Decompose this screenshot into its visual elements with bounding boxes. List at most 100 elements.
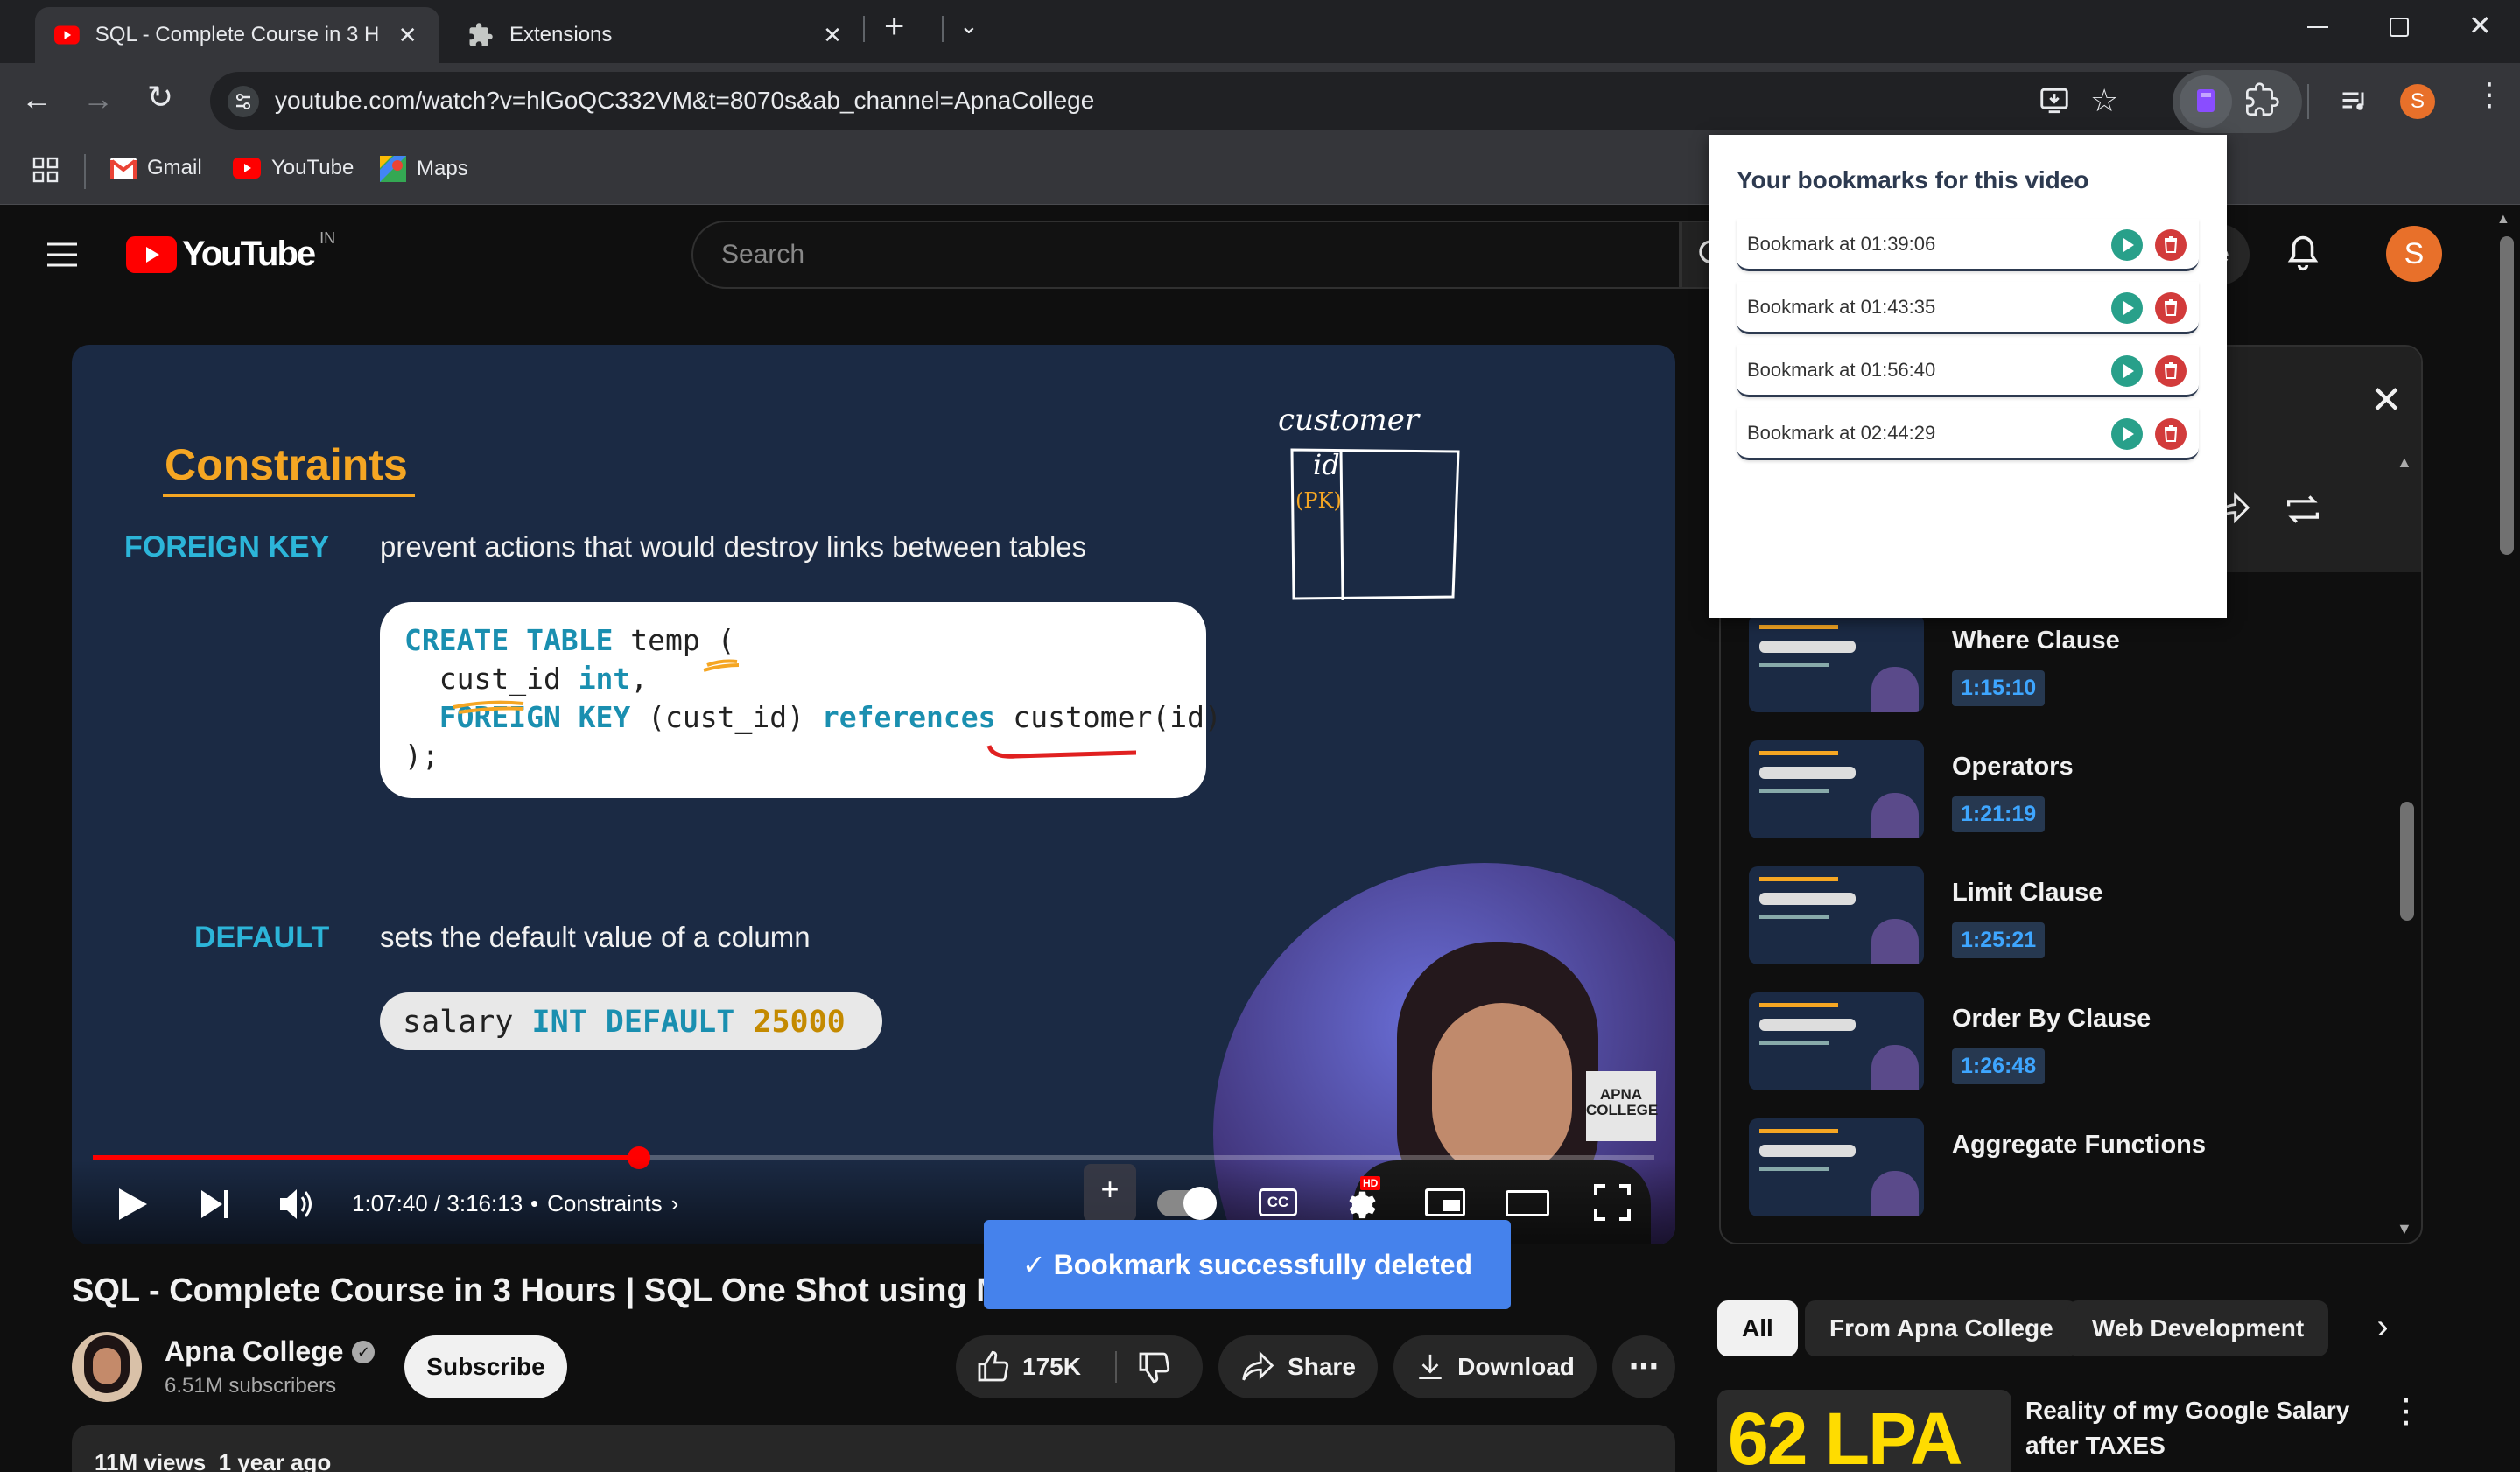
- play-bookmark-icon[interactable]: [2111, 292, 2143, 324]
- chapter-item[interactable]: Order By Clause 1:26:48: [1749, 992, 2379, 1097]
- hamburger-menu-icon[interactable]: [46, 242, 79, 268]
- chapter-name: Limit Clause: [1952, 879, 2103, 907]
- close-tab-icon[interactable]: ✕: [395, 22, 420, 49]
- channel-name-link[interactable]: Apna College ✓: [165, 1335, 376, 1368]
- account-avatar[interactable]: S: [2386, 226, 2442, 282]
- notifications-bell-icon[interactable]: [2285, 233, 2321, 273]
- minimize-button[interactable]: [2307, 26, 2328, 28]
- page-scroll-up[interactable]: ▲: [2496, 212, 2510, 228]
- reload-button[interactable]: ↻: [147, 79, 173, 116]
- like-button[interactable]: 175K: [975, 1349, 1081, 1384]
- bookmark-label: Bookmark at 01:56:40: [1747, 358, 1936, 381]
- youtube-icon: [54, 25, 80, 45]
- code-token: );: [404, 739, 439, 773]
- chapter-timestamp[interactable]: 1:26:48: [1952, 1048, 2046, 1084]
- restore-button[interactable]: [2390, 18, 2409, 37]
- chapter-thumbnail: [1749, 992, 1924, 1090]
- search-input[interactable]: Search: [691, 221, 1681, 289]
- tab-youtube[interactable]: SQL - Complete Course in 3 Ho ✕: [35, 7, 439, 63]
- subscribe-button[interactable]: Subscribe: [404, 1335, 567, 1398]
- tab-search-chevron-icon[interactable]: ⌄: [959, 12, 979, 39]
- dislike-button[interactable]: [1136, 1349, 1171, 1384]
- forward-button[interactable]: →: [82, 81, 114, 117]
- chapter-timestamp[interactable]: 1:25:21: [1952, 922, 2046, 958]
- chrome-menu-icon[interactable]: ⋮: [2474, 79, 2505, 110]
- bookmark-gmail[interactable]: Gmail: [110, 156, 202, 180]
- chapter-name: Where Clause: [1952, 627, 2120, 655]
- share-button[interactable]: Share: [1218, 1335, 1378, 1398]
- site-info-icon[interactable]: [228, 86, 259, 117]
- youtube-logo[interactable]: YouTube IN: [126, 229, 335, 274]
- back-button[interactable]: ←: [21, 81, 53, 117]
- delete-bookmark-icon[interactable]: [2155, 355, 2187, 387]
- autoplay-toggle[interactable]: [1157, 1187, 1217, 1220]
- chapter-item[interactable]: Limit Clause 1:25:21: [1749, 866, 2379, 971]
- code-token: salary: [403, 1005, 532, 1040]
- youtube-icon: [233, 158, 261, 179]
- chip-web-development[interactable]: Web Development: [2067, 1300, 2329, 1356]
- chapter-item[interactable]: Where Clause 1:15:10: [1749, 614, 2379, 719]
- chapter-item[interactable]: Aggregate Functions: [1749, 1118, 2379, 1223]
- chapter-thumbnail: [1749, 740, 1924, 838]
- chapter-link[interactable]: • Constraints ›: [530, 1190, 678, 1217]
- recommendation-title[interactable]: Reality of my Google Salary after TAXES: [2025, 1393, 2349, 1463]
- default-label: DEFAULT: [194, 921, 330, 954]
- scroll-down-arrow[interactable]: ▼: [2397, 1220, 2412, 1238]
- more-actions-button[interactable]: ⋯: [1612, 1335, 1675, 1398]
- captions-button[interactable]: CC: [1259, 1188, 1297, 1216]
- play-bookmark-icon[interactable]: [2111, 229, 2143, 261]
- channel-avatar[interactable]: [72, 1332, 142, 1402]
- fullscreen-icon[interactable]: [1593, 1183, 1632, 1222]
- chapter-thumbnail: [1749, 866, 1924, 964]
- chapter-thumbnail: [1749, 1118, 1924, 1216]
- bookmark-row: Bookmark at 01:39:06: [1737, 219, 2199, 271]
- chapter-timestamp[interactable]: 1:21:19: [1952, 796, 2046, 832]
- chapter-item[interactable]: Operators 1:21:19: [1749, 740, 2379, 845]
- bookmark-extension-button[interactable]: [2180, 75, 2232, 128]
- download-button[interactable]: Download: [1393, 1335, 1597, 1398]
- tab-extensions[interactable]: Extensions ✕: [448, 7, 865, 63]
- new-tab-button[interactable]: +: [884, 7, 904, 46]
- play-bookmark-icon[interactable]: [2111, 418, 2143, 450]
- recommendation-thumbnail[interactable]: 62 LPA: [1717, 1390, 2011, 1472]
- bookmark-maps[interactable]: Maps: [380, 156, 468, 182]
- video-player[interactable]: Constraints FOREIGN KEY prevent actions …: [72, 345, 1675, 1244]
- apps-grid-icon[interactable]: [32, 156, 60, 184]
- settings-gear-icon[interactable]: HD: [1341, 1176, 1381, 1220]
- bookmark-star-icon[interactable]: ☆: [2090, 82, 2118, 119]
- recommendation-menu-icon[interactable]: ⋮: [2390, 1391, 2423, 1431]
- close-panel-icon[interactable]: ✕: [2370, 378, 2403, 423]
- volume-icon[interactable]: [278, 1187, 315, 1222]
- delete-bookmark-icon[interactable]: [2155, 229, 2187, 261]
- delete-bookmark-icon[interactable]: [2155, 292, 2187, 324]
- close-tab-icon[interactable]: ✕: [819, 22, 846, 49]
- install-app-icon[interactable]: [2038, 84, 2071, 117]
- scroll-up-arrow[interactable]: ▲: [2397, 453, 2412, 472]
- miniplayer-icon[interactable]: [1425, 1188, 1465, 1216]
- chapter-timestamp[interactable]: 1:15:10: [1952, 670, 2046, 706]
- bookmark-row: Bookmark at 02:44:29: [1737, 408, 2199, 460]
- bookmark-youtube[interactable]: YouTube: [233, 156, 354, 180]
- add-bookmark-button[interactable]: +: [1084, 1164, 1136, 1222]
- profile-avatar[interactable]: S: [2400, 84, 2435, 119]
- page-scrollbar[interactable]: [2500, 236, 2514, 555]
- play-bookmark-icon[interactable]: [2111, 355, 2143, 387]
- verified-icon: ✓: [352, 1340, 376, 1363]
- description-box[interactable]: 11M views 1 year ago: [72, 1425, 1675, 1472]
- bookmarks-divider: [84, 154, 86, 189]
- delete-bookmark-icon[interactable]: [2155, 418, 2187, 450]
- close-window-button[interactable]: ✕: [2468, 9, 2492, 42]
- fk-label: FOREIGN KEY: [124, 530, 330, 564]
- chapters-scrollbar[interactable]: [2400, 802, 2414, 921]
- extensions-puzzle-icon[interactable]: [2244, 82, 2279, 117]
- media-control-icon[interactable]: [2339, 86, 2370, 117]
- theater-mode-icon[interactable]: [1506, 1190, 1549, 1216]
- region-label: IN: [319, 229, 336, 247]
- bookmark-label: YouTube: [271, 156, 354, 179]
- chips-next-chevron-icon[interactable]: ›: [2355, 1300, 2411, 1356]
- play-icon[interactable]: [117, 1187, 149, 1222]
- chip-from-apna-college[interactable]: From Apna College: [1805, 1300, 2078, 1356]
- address-bar[interactable]: youtube.com/watch?v=hlGoQC332VM&t=8070s&…: [210, 72, 2302, 130]
- chip-all[interactable]: All: [1717, 1300, 1798, 1356]
- next-video-icon[interactable]: [200, 1188, 231, 1220]
